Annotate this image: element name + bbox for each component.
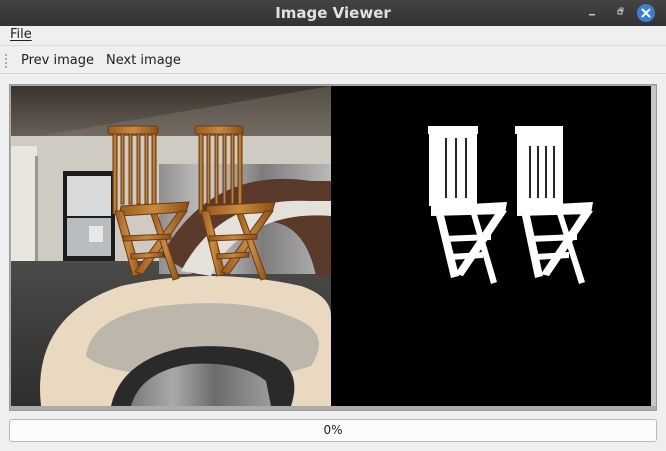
restore-icon[interactable] [610,3,630,23]
menu-file[interactable]: File [10,27,32,42]
title-bar[interactable]: Image Viewer [0,0,666,26]
menu-bar: File [0,26,666,45]
mask-image [331,86,651,406]
minimize-icon[interactable] [582,3,602,23]
image-viewport[interactable] [9,84,657,411]
toolbar: Prev image Next image [0,45,666,74]
image-viewer-window: Image Viewer File Prev image Next image [0,0,666,451]
next-image-button[interactable]: Next image [106,53,181,68]
progress-bar: 0% [9,419,657,442]
toolbar-grip-icon[interactable] [4,53,8,68]
window-title: Image Viewer [275,4,391,22]
source-image [11,86,331,406]
prev-image-button[interactable]: Prev image [21,53,94,68]
vertical-scrollbar[interactable] [651,86,656,406]
progress-label: 0% [323,423,343,437]
close-icon[interactable] [637,4,655,22]
